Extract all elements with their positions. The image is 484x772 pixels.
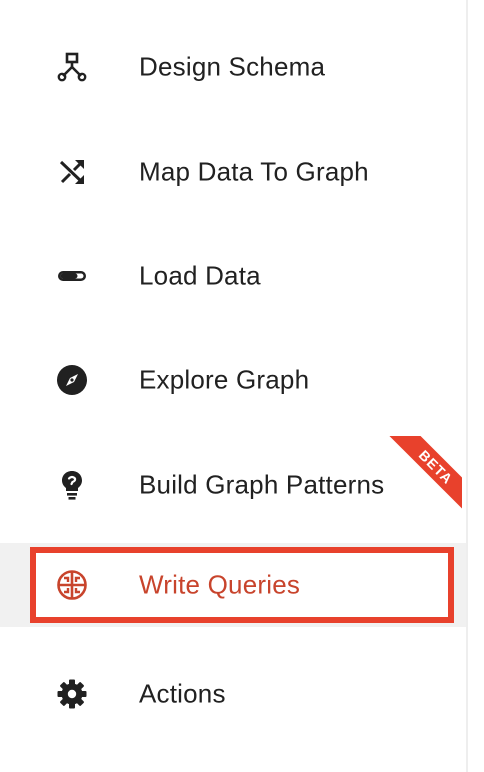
nav-item-design-schema[interactable]: Design Schema (0, 27, 466, 107)
nav-item-map-data-to-graph[interactable]: Map Data To Graph (0, 132, 466, 212)
nav-item-explore-graph[interactable]: Explore Graph (0, 340, 466, 420)
nav-item-actions[interactable]: Actions (0, 654, 466, 734)
sidebar-nav: Design Schema Map Data To Graph Load Dat… (0, 0, 466, 772)
gear-icon (56, 678, 88, 710)
nav-label-design-schema: Design Schema (139, 51, 326, 82)
nav-label-build-graph-patterns: Build Graph Patterns (139, 469, 385, 500)
loading-bar-icon (56, 260, 88, 292)
nav-label-map-data-to-graph: Map Data To Graph (139, 156, 369, 187)
nav-label-write-queries: Write Queries (139, 569, 301, 600)
beta-ribbon: BETA (382, 436, 462, 516)
query-glyph-icon (56, 569, 88, 601)
nav-label-actions: Actions (139, 678, 226, 709)
schema-diagram-icon (56, 51, 88, 83)
compass-icon (56, 364, 88, 396)
shuffle-icon (56, 156, 88, 188)
lightbulb-icon (56, 469, 88, 501)
nav-item-write-queries[interactable]: Write Queries (0, 543, 466, 627)
beta-badge: BETA (385, 436, 462, 516)
nav-label-explore-graph: Explore Graph (139, 364, 310, 395)
nav-item-load-data[interactable]: Load Data (0, 236, 466, 316)
sidebar-divider (466, 0, 468, 772)
nav-label-load-data: Load Data (139, 260, 261, 291)
